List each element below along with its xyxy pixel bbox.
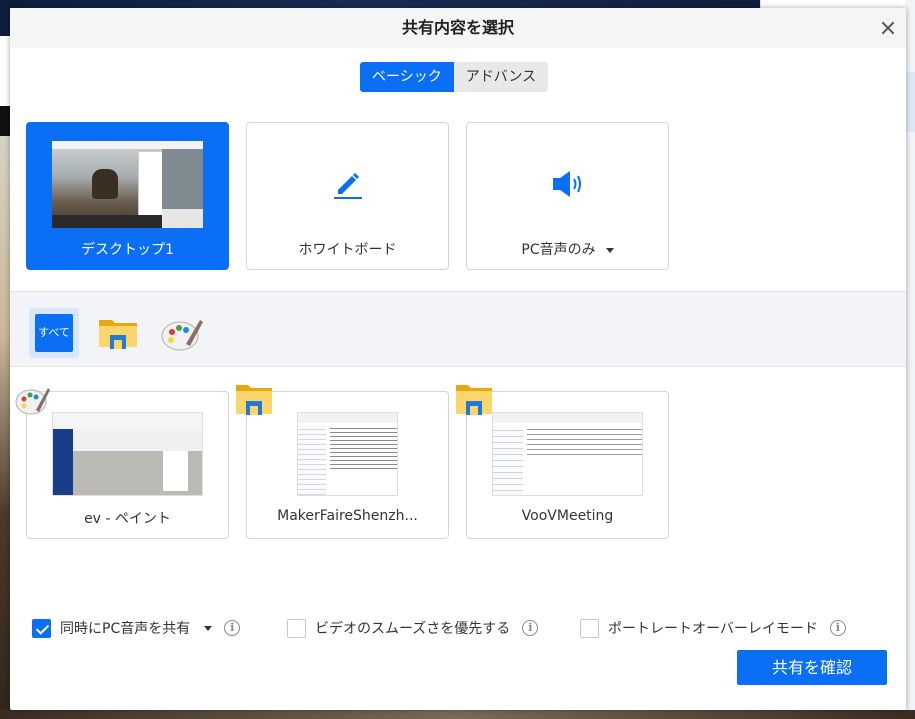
chevron-down-icon[interactable]	[605, 247, 614, 253]
pc-audio-card-label: PC音声のみ	[521, 242, 596, 258]
file-explorer-icon	[236, 385, 272, 415]
share-pc-audio-label: 同時にPC音声を共有	[60, 621, 191, 637]
smooth-video-label: ビデオのスムーズさを優先する	[315, 621, 511, 637]
desktop-thumbnail	[52, 141, 203, 228]
pc-audio-card[interactable]: PC音声のみ	[466, 122, 669, 270]
whiteboard-card[interactable]: ホワイトボード	[246, 122, 449, 270]
background-window-edge	[905, 0, 915, 719]
tab-basic[interactable]: ベーシック	[360, 62, 454, 92]
speaker-icon	[553, 171, 581, 197]
dialog-title: 共有内容を選択	[401, 18, 514, 37]
window-card-label: VooVMeeting	[521, 508, 614, 524]
info-icon[interactable]: i	[522, 620, 539, 636]
window-card-voovmeeting[interactable]: VooVMeeting	[466, 391, 669, 539]
share-pc-audio-checkbox[interactable]	[32, 618, 51, 638]
share-content-dialog: 共有内容を選択 ベーシック アドバンス デスクトップ1 ホワイトボード PC音声…	[10, 8, 906, 710]
window-card-paint[interactable]: ev - ペイント	[26, 391, 229, 539]
smooth-video-checkbox[interactable]	[287, 618, 306, 638]
window-card-label: MakerFaireShenzh...	[277, 508, 418, 524]
share-mode-tabs: ベーシック アドバンス	[360, 62, 549, 92]
desktop-background-bottom	[0, 710, 915, 719]
file-explorer-icon	[456, 385, 492, 415]
paint-palette-icon[interactable]	[156, 308, 206, 358]
desktop-card[interactable]: デスクトップ1	[26, 122, 229, 270]
dialog-titlebar: 共有内容を選択	[10, 8, 906, 48]
explorer-window-thumbnail	[297, 412, 398, 496]
portrait-overlay-label: ポートレートオーバーレイモード	[608, 621, 818, 637]
chevron-down-icon[interactable]	[204, 625, 213, 631]
pc-audio-card-label-row: PC音声のみ	[467, 239, 668, 259]
info-icon[interactable]: i	[224, 620, 241, 636]
info-icon[interactable]: i	[829, 620, 846, 636]
smooth-video-option: ビデオのスムーズさを優先する i	[287, 618, 539, 638]
tab-advanced[interactable]: アドバンス	[453, 62, 549, 92]
portrait-overlay-option: ポートレートオーバーレイモード i	[580, 618, 846, 638]
app-filter-bar: すべて	[10, 291, 906, 367]
close-icon[interactable]	[878, 17, 900, 39]
pencil-icon	[334, 173, 362, 199]
window-card-label: ev - ペイント	[84, 511, 171, 527]
paint-palette-icon	[15, 388, 50, 415]
filter-all-label: すべて	[35, 314, 73, 352]
filter-all-button[interactable]: すべて	[29, 308, 79, 358]
paint-window-thumbnail	[52, 412, 203, 496]
desktop-card-label: デスクトップ1	[81, 242, 174, 258]
window-card-makerfaire[interactable]: MakerFaireShenzh...	[246, 391, 449, 539]
whiteboard-card-label: ホワイトボード	[298, 242, 397, 258]
explorer-window-thumbnail	[492, 412, 643, 496]
portrait-overlay-checkbox[interactable]	[580, 618, 599, 638]
confirm-share-button[interactable]: 共有を確認	[737, 650, 887, 685]
share-pc-audio-option: 同時にPC音声を共有 i	[32, 618, 241, 638]
file-explorer-icon[interactable]	[94, 308, 144, 358]
